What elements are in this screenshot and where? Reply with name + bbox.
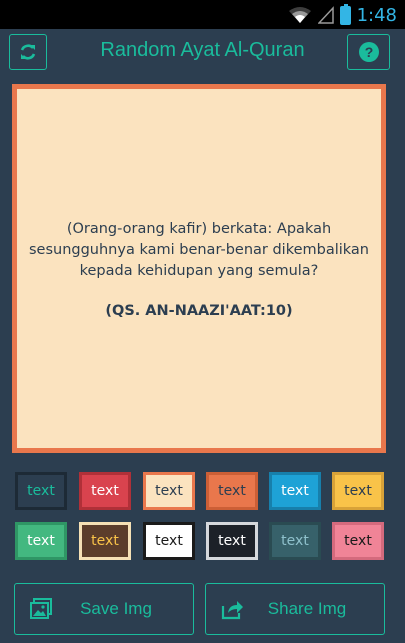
- save-image-button[interactable]: Save Img: [14, 583, 194, 635]
- status-bar: 1:48: [0, 0, 405, 29]
- swatch-label: text: [91, 533, 119, 549]
- signal-icon: [317, 6, 334, 24]
- svg-text:?: ?: [364, 44, 373, 60]
- swatch-label: text: [344, 533, 372, 549]
- color-swatch-3[interactable]: text: [143, 472, 195, 510]
- status-indicators: 1:48: [288, 3, 397, 26]
- share-icon: [221, 601, 243, 620]
- swatch-label: text: [218, 483, 246, 499]
- swatch-label: text: [281, 483, 309, 499]
- color-swatch-7[interactable]: text: [15, 522, 67, 560]
- quote-text: (Orang-orang kafir) berkata: Apakah sesu…: [28, 220, 369, 279]
- status-time: 1:48: [356, 4, 397, 26]
- swatch-label: text: [155, 483, 183, 499]
- color-swatch-8[interactable]: text: [79, 522, 131, 560]
- share-image-button[interactable]: Share Img: [205, 583, 385, 635]
- color-swatch-11[interactable]: text: [269, 522, 321, 560]
- color-swatch-9[interactable]: text: [143, 522, 195, 560]
- swatch-label: text: [218, 533, 246, 549]
- wifi-icon: [288, 7, 311, 23]
- help-button[interactable]: ?: [347, 34, 390, 70]
- app-title: Random Ayat Al-Quran: [100, 39, 305, 61]
- swatch-label: text: [281, 533, 309, 549]
- image-icon: [30, 598, 52, 619]
- swatch-label: text: [344, 483, 372, 499]
- battery-icon: [339, 3, 351, 25]
- quote-reference: (QS. AN-NAAZI'AAT:10): [105, 302, 293, 319]
- app-bar: Random Ayat Al-Quran ?: [0, 29, 405, 74]
- color-swatch-5[interactable]: text: [269, 472, 321, 510]
- color-swatch-1[interactable]: text: [15, 472, 67, 510]
- swatch-label: text: [91, 483, 119, 499]
- help-icon: ?: [358, 42, 379, 62]
- color-swatch-12[interactable]: text: [332, 522, 384, 560]
- quote-card: (Orang-orang kafir) berkata: Apakah sesu…: [12, 84, 386, 453]
- swatch-label: text: [27, 483, 55, 499]
- swatch-label: text: [155, 533, 183, 549]
- color-swatch-10[interactable]: text: [206, 522, 258, 560]
- color-swatch-4[interactable]: text: [206, 472, 258, 510]
- color-swatch-2[interactable]: text: [79, 472, 131, 510]
- swatch-label: text: [27, 533, 55, 549]
- color-swatch-6[interactable]: text: [332, 472, 384, 510]
